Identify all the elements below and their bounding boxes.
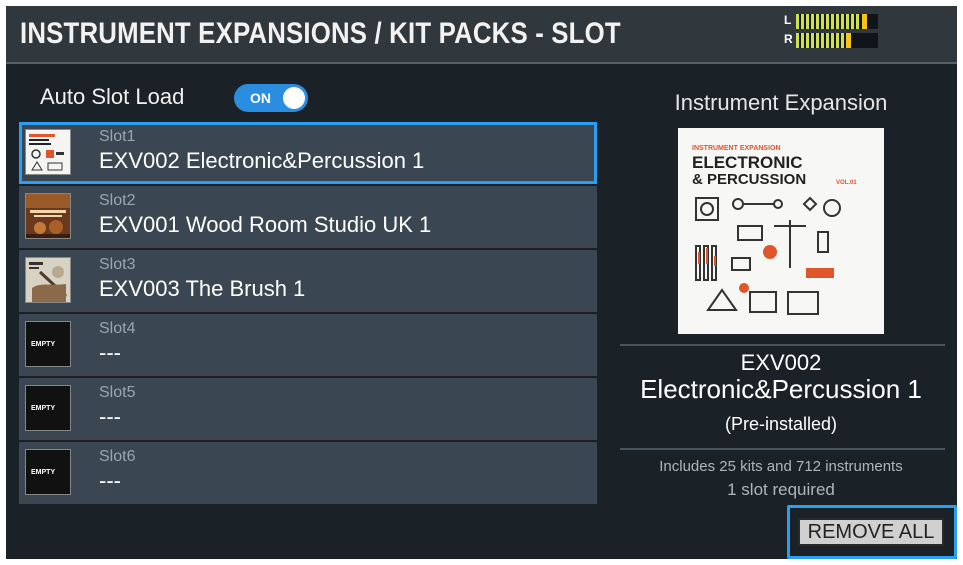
expansion-contents: Includes 25 kits and 712 instruments: [659, 458, 903, 475]
auto-slot-load-toggle[interactable]: ON: [234, 84, 308, 112]
meter-right-label: R: [784, 32, 793, 46]
slot-number: Slot2: [99, 192, 136, 209]
remove-all-focus-frame: REMOVE ALL: [787, 505, 957, 559]
screen: INSTRUMENT EXPANSIONS / KIT PACKS - SLOT…: [6, 6, 957, 559]
slot-number: Slot5: [99, 384, 136, 401]
auto-slot-load-label: Auto Slot Load: [40, 84, 185, 109]
slot-name: ---: [99, 340, 121, 365]
expansion-name: Electronic&Percussion 1: [640, 374, 922, 404]
empty-thumbnail: EMPTY: [25, 449, 71, 495]
slot-row-2[interactable]: Slot2 EXV001 Wood Room Studio UK 1: [19, 186, 597, 248]
slot-number: Slot1: [99, 128, 136, 145]
the-brush-thumbnail: [25, 257, 71, 303]
detail-divider-top: [620, 344, 945, 346]
detail-heading: Instrument Expansion: [674, 90, 888, 115]
expansion-cover-image: INSTRUMENT EXPANSION ELECTRONIC & PERCUS…: [678, 128, 884, 334]
slot-number: Slot4: [99, 320, 136, 337]
toggle-state-label: ON: [250, 90, 271, 106]
wood-room-studio-thumbnail: [25, 193, 71, 239]
empty-thumbnail: EMPTY: [25, 385, 71, 431]
slot-name: EXV003 The Brush 1: [99, 276, 306, 301]
slot-row-3[interactable]: Slot3 EXV003 The Brush 1: [19, 250, 597, 312]
meter-left-track: [796, 14, 878, 29]
slot-row-6[interactable]: EMPTY Slot6 ---: [19, 442, 597, 504]
meter-right-fill: [796, 33, 844, 48]
page-title: INSTRUMENT EXPANSIONS / KIT PACKS - SLOT: [20, 17, 621, 50]
meter-right-track: [796, 33, 878, 48]
slot-row-4[interactable]: EMPTY Slot4 ---: [19, 314, 597, 376]
meter-right-peak: [846, 33, 851, 48]
expansion-slot-requirement: 1 slot required: [727, 480, 835, 499]
meter-left-fill: [796, 14, 860, 29]
empty-label: EMPTY: [31, 469, 56, 476]
slot-row-5[interactable]: EMPTY Slot5 ---: [19, 378, 597, 440]
remove-all-button[interactable]: REMOVE ALL: [798, 518, 944, 546]
meter-left-label: L: [784, 13, 792, 27]
title-bar: INSTRUMENT EXPANSIONS / KIT PACKS - SLOT…: [6, 6, 957, 64]
slot-name: ---: [99, 404, 121, 429]
slot-number: Slot6: [99, 448, 136, 465]
cover-line2: & PERCUSSION: [692, 171, 806, 188]
expansion-status: (Pre-installed): [724, 414, 838, 434]
empty-label: EMPTY: [31, 405, 56, 412]
slot-number: Slot3: [99, 256, 136, 273]
empty-label: EMPTY: [31, 341, 56, 348]
slot-name: ---: [99, 468, 121, 493]
slot-name: EXV001 Wood Room Studio UK 1: [99, 212, 432, 237]
detail-divider-bottom: [620, 448, 945, 450]
cover-vol: VOL.01: [836, 180, 857, 186]
electronic-percussion-thumbnail: [25, 129, 71, 175]
slot-row-1[interactable]: Slot1 EXV002 Electronic&Percussion 1: [19, 122, 597, 184]
meter-left-peak: [862, 14, 867, 29]
cover-line1: ELECTRONIC: [692, 153, 803, 172]
cover-top-text: INSTRUMENT EXPANSION: [692, 145, 781, 152]
toggle-knob: [283, 87, 305, 109]
empty-thumbnail: EMPTY: [25, 321, 71, 367]
expansion-code: EXV002: [740, 350, 822, 375]
slot-name: EXV002 Electronic&Percussion 1: [99, 148, 425, 173]
